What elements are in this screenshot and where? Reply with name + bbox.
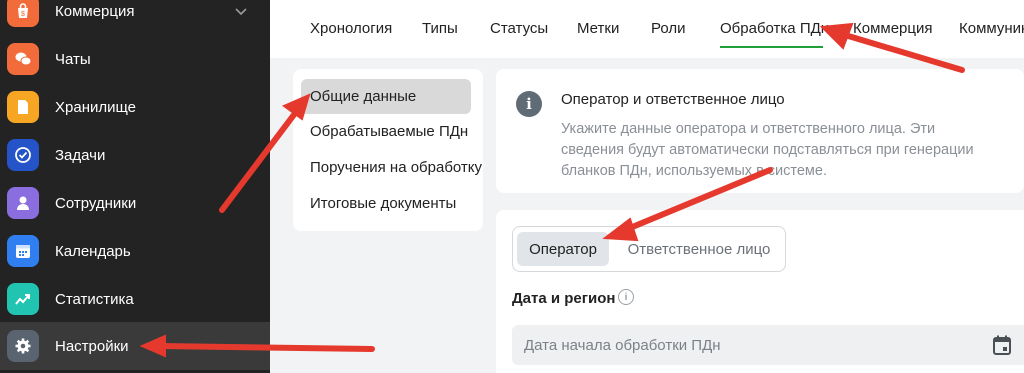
start-date-input[interactable]: Дата начала обработки ПДн [512, 325, 1024, 365]
subnav-card: Общие данные Обрабатываемые ПДн Поручени… [293, 69, 483, 231]
check-circle-icon [7, 139, 39, 171]
sidebar-item-label: Настройки [55, 337, 129, 355]
section-title: Дата и регион [512, 290, 616, 307]
info-icon: i [516, 91, 542, 117]
sidebar-item-label: Коммерция [55, 2, 135, 20]
role-segmented-control: Оператор Ответственное лицо [512, 226, 786, 272]
sidebar-item-commerce[interactable]: $ Коммерция [0, 0, 270, 35]
tab-timeline[interactable]: Хронология [310, 20, 392, 37]
gear-icon [7, 330, 39, 362]
tab-bar: Хронология Типы Статусы Метки Роли Обраб… [270, 0, 1024, 58]
info-card: i Оператор и ответственное лицо Укажите … [496, 69, 1024, 193]
segment-responsible-person[interactable]: Ответственное лицо [617, 232, 781, 266]
subnav-item-general[interactable]: Общие данные [301, 79, 471, 114]
sidebar-item-label: Задачи [55, 146, 106, 164]
tab-pd-processing[interactable]: Обработка ПДн [720, 20, 829, 37]
sidebar-item-settings[interactable]: Настройки [0, 322, 270, 370]
tab-tags[interactable]: Метки [577, 20, 619, 37]
tab-types[interactable]: Типы [422, 20, 458, 37]
tab-commerce[interactable]: Коммерция [853, 20, 932, 37]
person-icon [7, 187, 39, 219]
sidebar-item-storage[interactable]: Хранилище [0, 83, 270, 131]
segment-operator[interactable]: Оператор [517, 232, 609, 266]
document-icon [7, 91, 39, 123]
info-title: Оператор и ответственное лицо [561, 91, 785, 108]
tab-roles[interactable]: Роли [651, 20, 686, 37]
form-card: Оператор Ответственное лицо Дата и регио… [496, 210, 1024, 373]
sidebar-item-calendar[interactable]: Календарь [0, 227, 270, 275]
active-tab-indicator [720, 46, 823, 48]
sidebar-item-label: Хранилище [55, 98, 136, 116]
calendar-icon[interactable] [992, 334, 1012, 356]
info-text: Укажите данные оператора и ответственног… [561, 121, 974, 179]
sidebar-item-label: Чаты [55, 50, 91, 68]
tab-statuses[interactable]: Статусы [490, 20, 548, 37]
subnav-item-processing-orders[interactable]: Поручения на обработку [301, 150, 482, 185]
sidebar-item-chats[interactable]: Чаты [0, 35, 270, 83]
svg-text:$: $ [21, 11, 25, 18]
tab-communications[interactable]: Коммуникации [959, 20, 1024, 37]
subnav-item-processed-pd[interactable]: Обрабатываемые ПДн [301, 114, 471, 149]
sidebar-item-employees[interactable]: Сотрудники [0, 179, 270, 227]
sidebar: $ Коммерция Чаты Хранилище Задачи Сотруд… [0, 0, 270, 373]
calendar-icon [7, 235, 39, 267]
sidebar-item-label: Календарь [55, 242, 131, 260]
sidebar-item-label: Сотрудники [55, 194, 137, 212]
help-icon[interactable]: i [618, 289, 634, 305]
sidebar-item-tasks[interactable]: Задачи [0, 131, 270, 179]
chevron-down-icon[interactable] [233, 3, 249, 19]
date-placeholder: Дата начала обработки ПДн [524, 336, 721, 354]
chat-bubbles-icon [7, 43, 39, 75]
subnav-item-final-documents[interactable]: Итоговые документы [301, 186, 471, 221]
trend-chart-icon [7, 283, 39, 315]
sidebar-item-label: Статистика [55, 290, 134, 308]
shopping-bag-icon: $ [7, 0, 39, 27]
sidebar-item-statistics[interactable]: Статистика [0, 275, 270, 323]
